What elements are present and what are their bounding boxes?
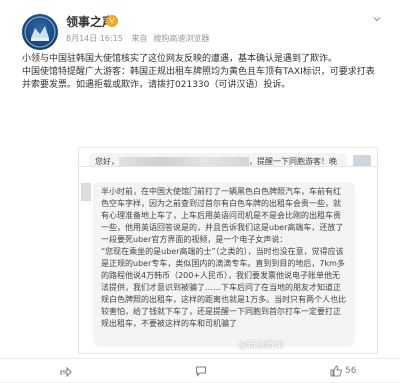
chevron-down-icon[interactable]: [372, 14, 382, 24]
action-bar: @新浪新闻 56: [0, 341, 400, 383]
post-text-segment: （可讲汉语）投诉。: [209, 80, 291, 90]
post-source[interactable]: 搜狗高速浏览器: [153, 34, 209, 43]
post-meta: 8月14日 16:15 来自 搜狗高速浏览器: [66, 33, 215, 44]
post-text-line1: 小领与中国驻韩国大使馆核实了这位网友反映的遭遇，基本确认是遇到了欺诈。: [22, 54, 338, 64]
source-prefix: 来自: [131, 34, 148, 43]
post-header: 领事之声 v 8月14日 16:15 来自 搜狗高速浏览器: [22, 12, 382, 52]
consular-emblem-icon: [24, 16, 56, 48]
chat-bubble: 半小时前，在中国大使馆门前打了一辆黑色白色牌照汽车，车前有红色空车字样，因为之前…: [93, 182, 355, 347]
comment-button[interactable]: [195, 364, 210, 378]
post-text-line2: 中国使馆特提醒广大游客：韩国正规出租车牌照均为黄色且车顶有TAXI标识，可要求打…: [22, 66, 382, 92]
phone-number: 021330: [175, 80, 210, 90]
chat-paragraph: “您现在乘坐的是uber高端的士”（之类的），当时也没在意，觉得应该是正规的ub…: [101, 247, 347, 328]
chat-text: 您好，: [95, 157, 119, 166]
avatar[interactable]: [22, 14, 58, 50]
chat-avatar: [81, 183, 91, 201]
weibo-post-card: 领事之声 v 8月14日 16:15 来自 搜狗高速浏览器 小领与中国驻韩国大使馆…: [0, 0, 400, 382]
like-count: 56: [345, 366, 357, 376]
verified-badge-icon: v: [106, 15, 118, 27]
watermark: @新浪新闻: [238, 341, 284, 351]
chat-paragraph: 半小时前，在中国大使馆门前打了一辆黑色白色牌照汽车，车前有红色空车字样，因为之前…: [101, 187, 344, 244]
comment-icon: [195, 365, 207, 377]
redacted-text: [119, 157, 249, 166]
post-body: 小领与中国驻韩国大使馆核实了这位网友反映的遭遇，基本确认是遇到了欺诈。 中国使馆…: [22, 53, 382, 92]
post-date[interactable]: 8月14日 16:15: [66, 34, 123, 43]
like-button[interactable]: 56: [330, 364, 356, 378]
share-button[interactable]: [60, 364, 75, 378]
chat-screenshot-2[interactable]: 半小时前，在中国大使馆门前打了一辆黑色白色牌照汽车，车前有红色空车字样，因为之前…: [78, 166, 378, 354]
share-icon: [60, 366, 72, 377]
thumbs-up-icon: [330, 364, 342, 376]
